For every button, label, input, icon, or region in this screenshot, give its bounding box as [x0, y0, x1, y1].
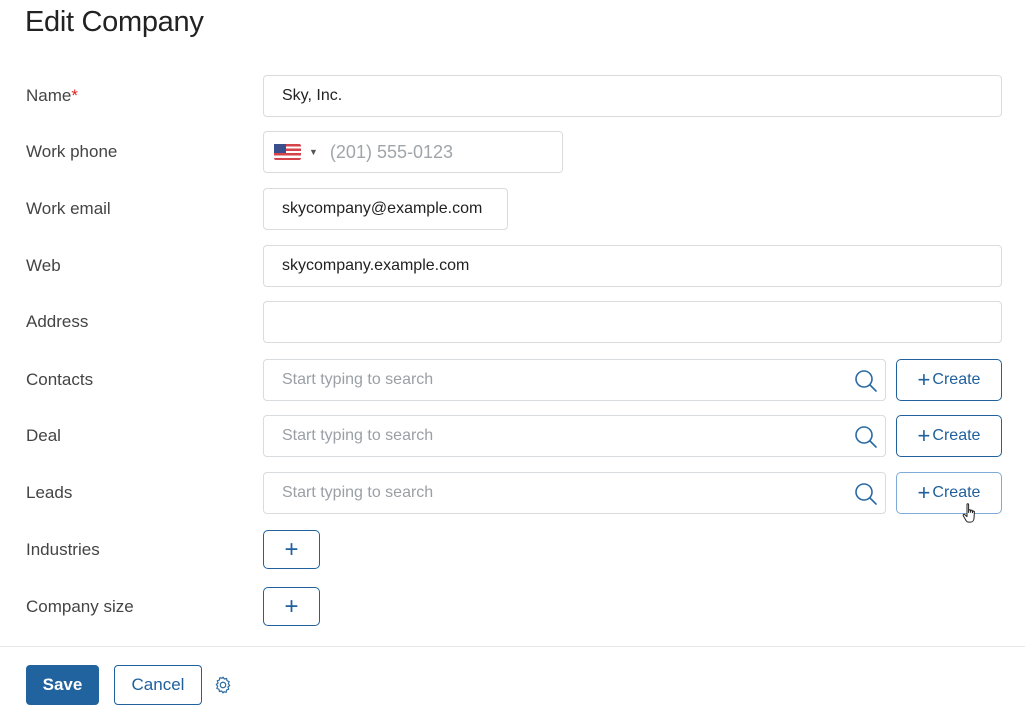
- web-row: Web skycompany.example.com: [0, 245, 1025, 287]
- plus-icon: +: [917, 480, 931, 505]
- plus-icon: +: [917, 423, 931, 448]
- address-label: Address: [26, 312, 89, 331]
- name-label: Name*: [26, 75, 78, 117]
- deal-row: Deal Start typing to search + Create: [0, 415, 1025, 457]
- web-input[interactable]: skycompany.example.com: [263, 245, 1002, 287]
- contacts-row: Contacts Start typing to search + Create: [0, 359, 1025, 401]
- work-phone-field[interactable]: ▼ (201) 555-0123: [263, 131, 563, 173]
- gear-icon[interactable]: [213, 675, 233, 695]
- work-phone-row: Work phone ▼ (201) 555-0123: [0, 131, 1025, 173]
- plus-icon: +: [917, 367, 931, 392]
- deal-placeholder: Start typing to search: [282, 427, 434, 444]
- caret-down-icon[interactable]: ▼: [309, 132, 318, 172]
- cancel-button[interactable]: Cancel: [114, 665, 202, 705]
- leads-create-button[interactable]: + Create: [896, 472, 1002, 514]
- work-email-input[interactable]: skycompany@example.com: [263, 188, 508, 230]
- work-email-label: Work email: [26, 199, 111, 218]
- contacts-label: Contacts: [26, 370, 94, 389]
- leads-placeholder: Start typing to search: [282, 484, 434, 501]
- industries-add-button[interactable]: +: [263, 530, 320, 569]
- deal-search-input[interactable]: Start typing to search: [263, 415, 886, 457]
- leads-label: Leads: [26, 483, 73, 502]
- hand-pointer-cursor-icon: [962, 503, 975, 523]
- deal-label: Deal: [26, 426, 61, 445]
- search-icon[interactable]: [853, 481, 879, 507]
- address-row: Address: [0, 301, 1025, 343]
- work-phone-input[interactable]: (201) 555-0123: [330, 132, 453, 172]
- search-icon[interactable]: [853, 424, 879, 450]
- name-label-text: Name: [26, 86, 72, 105]
- company-size-row: Company size +: [0, 586, 1025, 628]
- us-flag-icon[interactable]: [274, 144, 301, 160]
- required-mark: *: [71, 86, 78, 105]
- footer-divider: [0, 646, 1025, 647]
- company-size-label: Company size: [26, 597, 134, 616]
- address-input[interactable]: [263, 301, 1002, 343]
- industries-row: Industries +: [0, 529, 1025, 571]
- company-size-add-button[interactable]: +: [263, 587, 320, 626]
- create-label: Create: [932, 427, 981, 444]
- leads-search-input[interactable]: Start typing to search: [263, 472, 886, 514]
- search-icon[interactable]: [853, 368, 879, 394]
- name-input[interactable]: Sky, Inc.: [263, 75, 1002, 117]
- industries-label: Industries: [26, 540, 100, 559]
- work-email-row: Work email skycompany@example.com: [0, 188, 1025, 230]
- deal-create-button[interactable]: + Create: [896, 415, 1002, 457]
- create-label: Create: [932, 371, 981, 388]
- work-phone-label: Work phone: [26, 142, 118, 161]
- contacts-create-button[interactable]: + Create: [896, 359, 1002, 401]
- page-title: Edit Company: [25, 6, 204, 38]
- create-label: Create: [932, 484, 981, 501]
- leads-row: Leads Start typing to search + Create: [0, 472, 1025, 514]
- name-row: Name* Sky, Inc.: [0, 75, 1025, 117]
- contacts-placeholder: Start typing to search: [282, 371, 434, 388]
- contacts-search-input[interactable]: Start typing to search: [263, 359, 886, 401]
- web-label: Web: [26, 256, 61, 275]
- save-button[interactable]: Save: [26, 665, 99, 705]
